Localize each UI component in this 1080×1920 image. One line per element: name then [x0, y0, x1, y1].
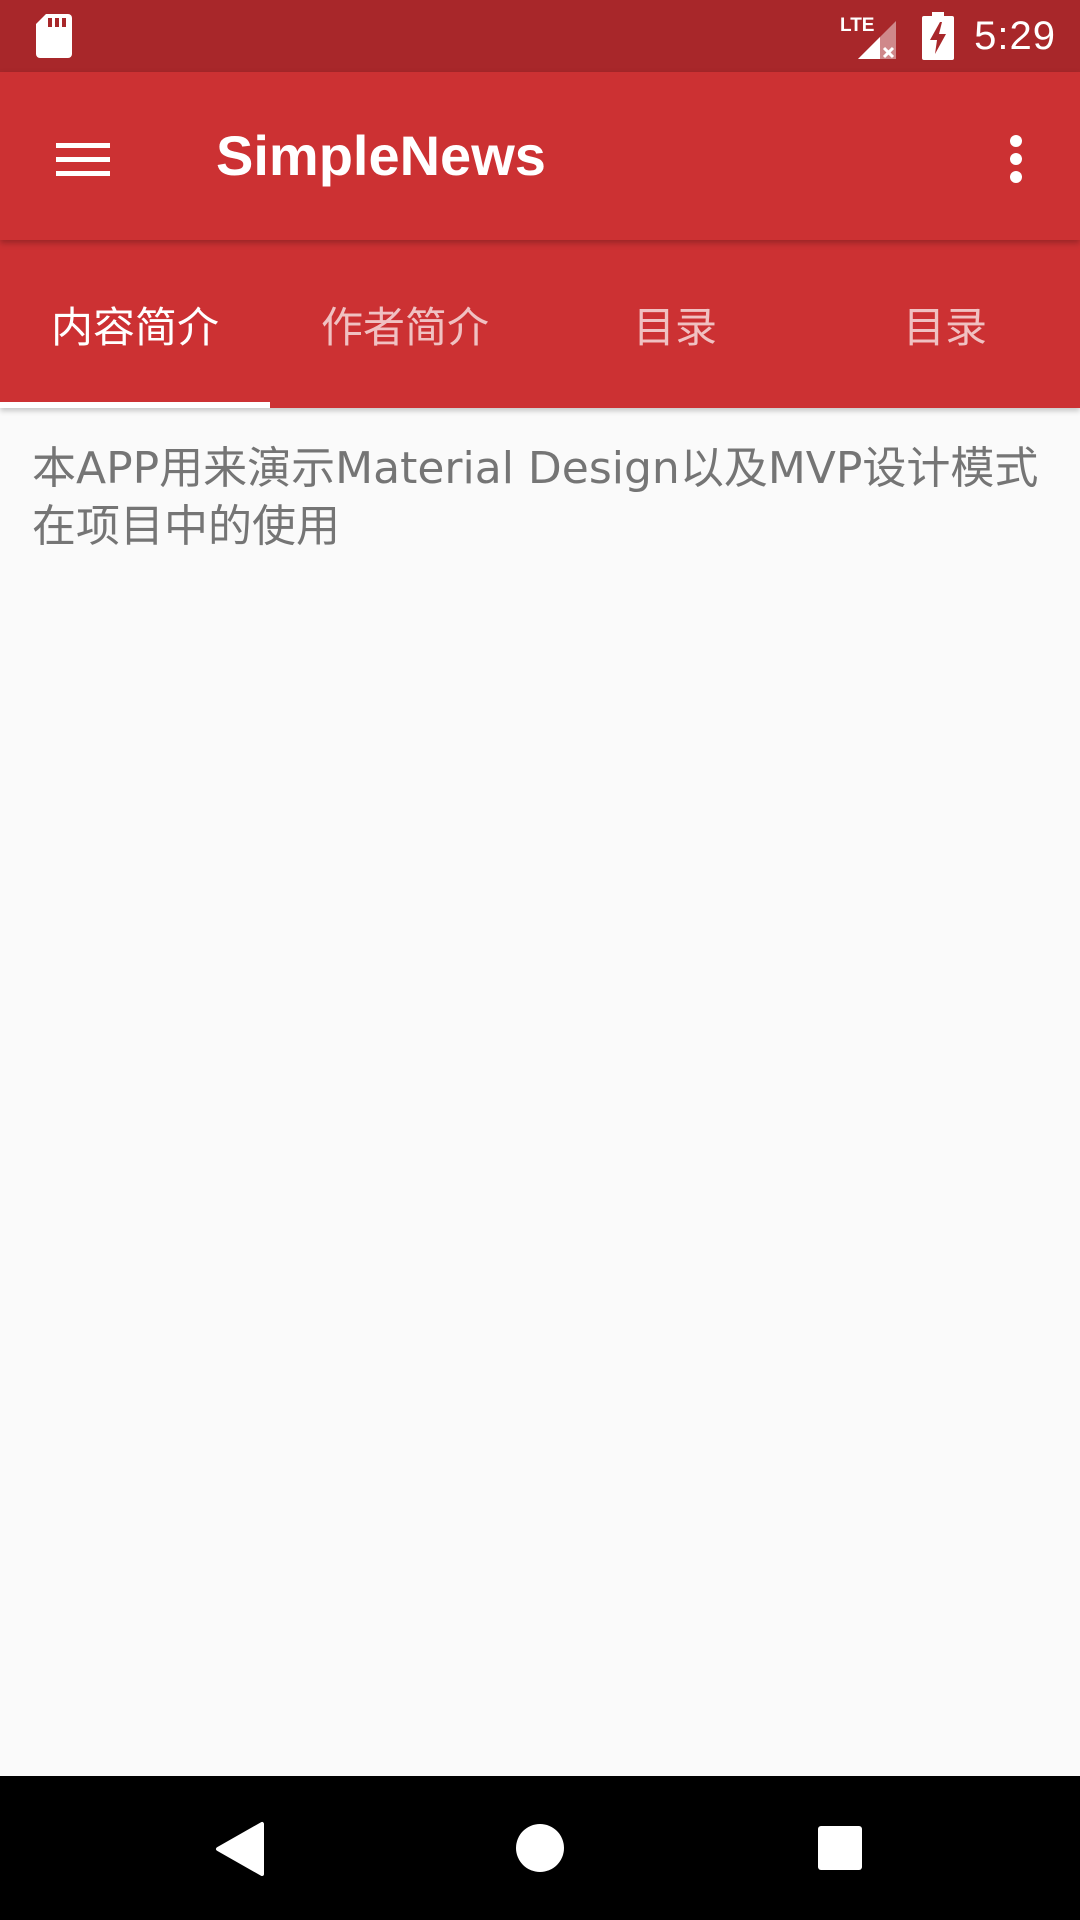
navigation-bar — [0, 1776, 1080, 1920]
overflow-menu-button[interactable] — [986, 116, 1046, 202]
status-bar: LTE 5:29 — [0, 0, 1080, 72]
sd-card-icon — [36, 14, 72, 58]
tab-author-intro[interactable]: 作者简介 — [270, 240, 540, 408]
tab-contents[interactable]: 目录 — [540, 240, 810, 408]
status-icons: LTE 5:29 — [840, 0, 1056, 72]
tab-label: 内容简介 — [50, 302, 219, 352]
tab-contents-2[interactable]: 目录 — [810, 240, 1080, 408]
app-bar: SimpleNews — [0, 72, 1080, 240]
content-text: 本APP用来演示Material Design以及MVP设计模式在项目中的使用 — [32, 443, 1039, 552]
app-title: SimpleNews — [216, 124, 546, 187]
tab-label: 目录 — [902, 302, 987, 352]
home-button[interactable] — [490, 1798, 590, 1898]
tab-indicator — [0, 402, 270, 408]
back-icon — [216, 1822, 264, 1876]
recents-button[interactable] — [790, 1798, 890, 1898]
more-vertical-icon — [1010, 135, 1022, 183]
tab-content-intro[interactable]: 内容简介 — [0, 240, 270, 408]
tab-bar: 内容简介 作者简介 目录 目录 — [0, 240, 1080, 408]
lte-signal-icon: LTE — [840, 15, 897, 59]
status-clock: 5:29 — [974, 13, 1056, 58]
recents-icon — [818, 1826, 862, 1870]
tab-label: 作者简介 — [320, 302, 489, 352]
tab-label: 目录 — [632, 302, 717, 352]
menu-button[interactable] — [40, 116, 126, 202]
home-icon — [516, 1824, 564, 1872]
battery-charging-icon — [922, 12, 955, 60]
back-button[interactable] — [190, 1798, 290, 1898]
network-label: LTE — [840, 15, 874, 36]
hamburger-menu-icon — [56, 143, 110, 176]
